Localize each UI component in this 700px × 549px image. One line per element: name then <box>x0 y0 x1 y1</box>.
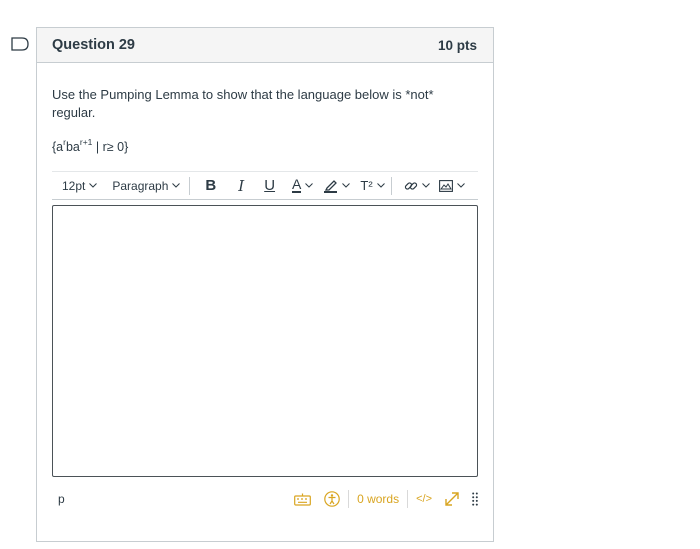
html-editor-toggle[interactable]: </> <box>416 493 432 505</box>
chevron-down-icon <box>376 183 385 188</box>
toolbar-divider <box>390 176 392 195</box>
underline-button[interactable]: U <box>264 177 275 194</box>
font-size-label: 12pt <box>62 178 86 193</box>
superscript-button[interactable]: T² <box>360 178 385 194</box>
block-format-dropdown[interactable]: Paragraph <box>112 178 181 193</box>
lang-exp1: r <box>63 137 66 147</box>
statusbar-divider <box>348 490 350 509</box>
editor-toolbar: 12pt Paragraph B I U A T² <box>52 171 478 201</box>
block-format-label: Paragraph <box>112 178 169 193</box>
chevron-down-icon <box>305 183 314 188</box>
chevron-down-icon <box>89 183 98 188</box>
lang-rest: | r≥ 0} <box>92 140 129 155</box>
bold-button[interactable]: B <box>205 177 216 194</box>
word-count: 0 words <box>357 492 400 507</box>
chevron-down-icon <box>421 183 430 188</box>
language-definition: {arbar+1 | r≥ 0} <box>52 134 478 156</box>
italic-button[interactable]: I <box>238 177 244 195</box>
flag-question-icon[interactable] <box>11 37 30 51</box>
chevron-down-icon <box>456 183 465 188</box>
editor-statusbar: p 0 words </> <box>52 487 478 511</box>
toolbar-divider <box>189 176 191 195</box>
image-icon <box>438 179 453 192</box>
question-card: Question 29 10 pts Use the Pumping Lemma… <box>36 27 494 542</box>
link-button[interactable] <box>404 179 430 193</box>
question-prompt: Use the Pumping Lemma to show that the l… <box>52 87 434 120</box>
font-size-dropdown[interactable]: 12pt <box>62 178 98 193</box>
lang-exp2: r+1 <box>79 137 93 147</box>
answer-editor[interactable] <box>52 205 478 478</box>
keyboard-icon[interactable] <box>294 493 311 506</box>
lang-open: {a <box>52 140 64 155</box>
question-title: Question 29 <box>52 37 135 53</box>
resize-handle-icon[interactable] <box>472 492 478 506</box>
text-color-label: A <box>292 176 302 194</box>
question-points: 10 pts <box>437 37 477 53</box>
lang-mid: ba <box>65 140 80 155</box>
text-color-button[interactable]: A <box>292 176 314 194</box>
statusbar-divider <box>407 490 409 509</box>
highlighter-icon <box>324 180 338 194</box>
element-path[interactable]: p <box>58 492 65 506</box>
chevron-down-icon <box>172 183 181 188</box>
image-button[interactable] <box>438 179 465 192</box>
highlight-color-button[interactable] <box>324 178 351 194</box>
superscript-label: T² <box>360 178 373 194</box>
link-icon <box>404 181 417 190</box>
fullscreen-icon[interactable] <box>444 491 460 507</box>
chevron-down-icon <box>342 183 351 188</box>
accessibility-checker-icon[interactable] <box>324 491 340 507</box>
question-header: Question 29 10 pts <box>37 28 493 63</box>
